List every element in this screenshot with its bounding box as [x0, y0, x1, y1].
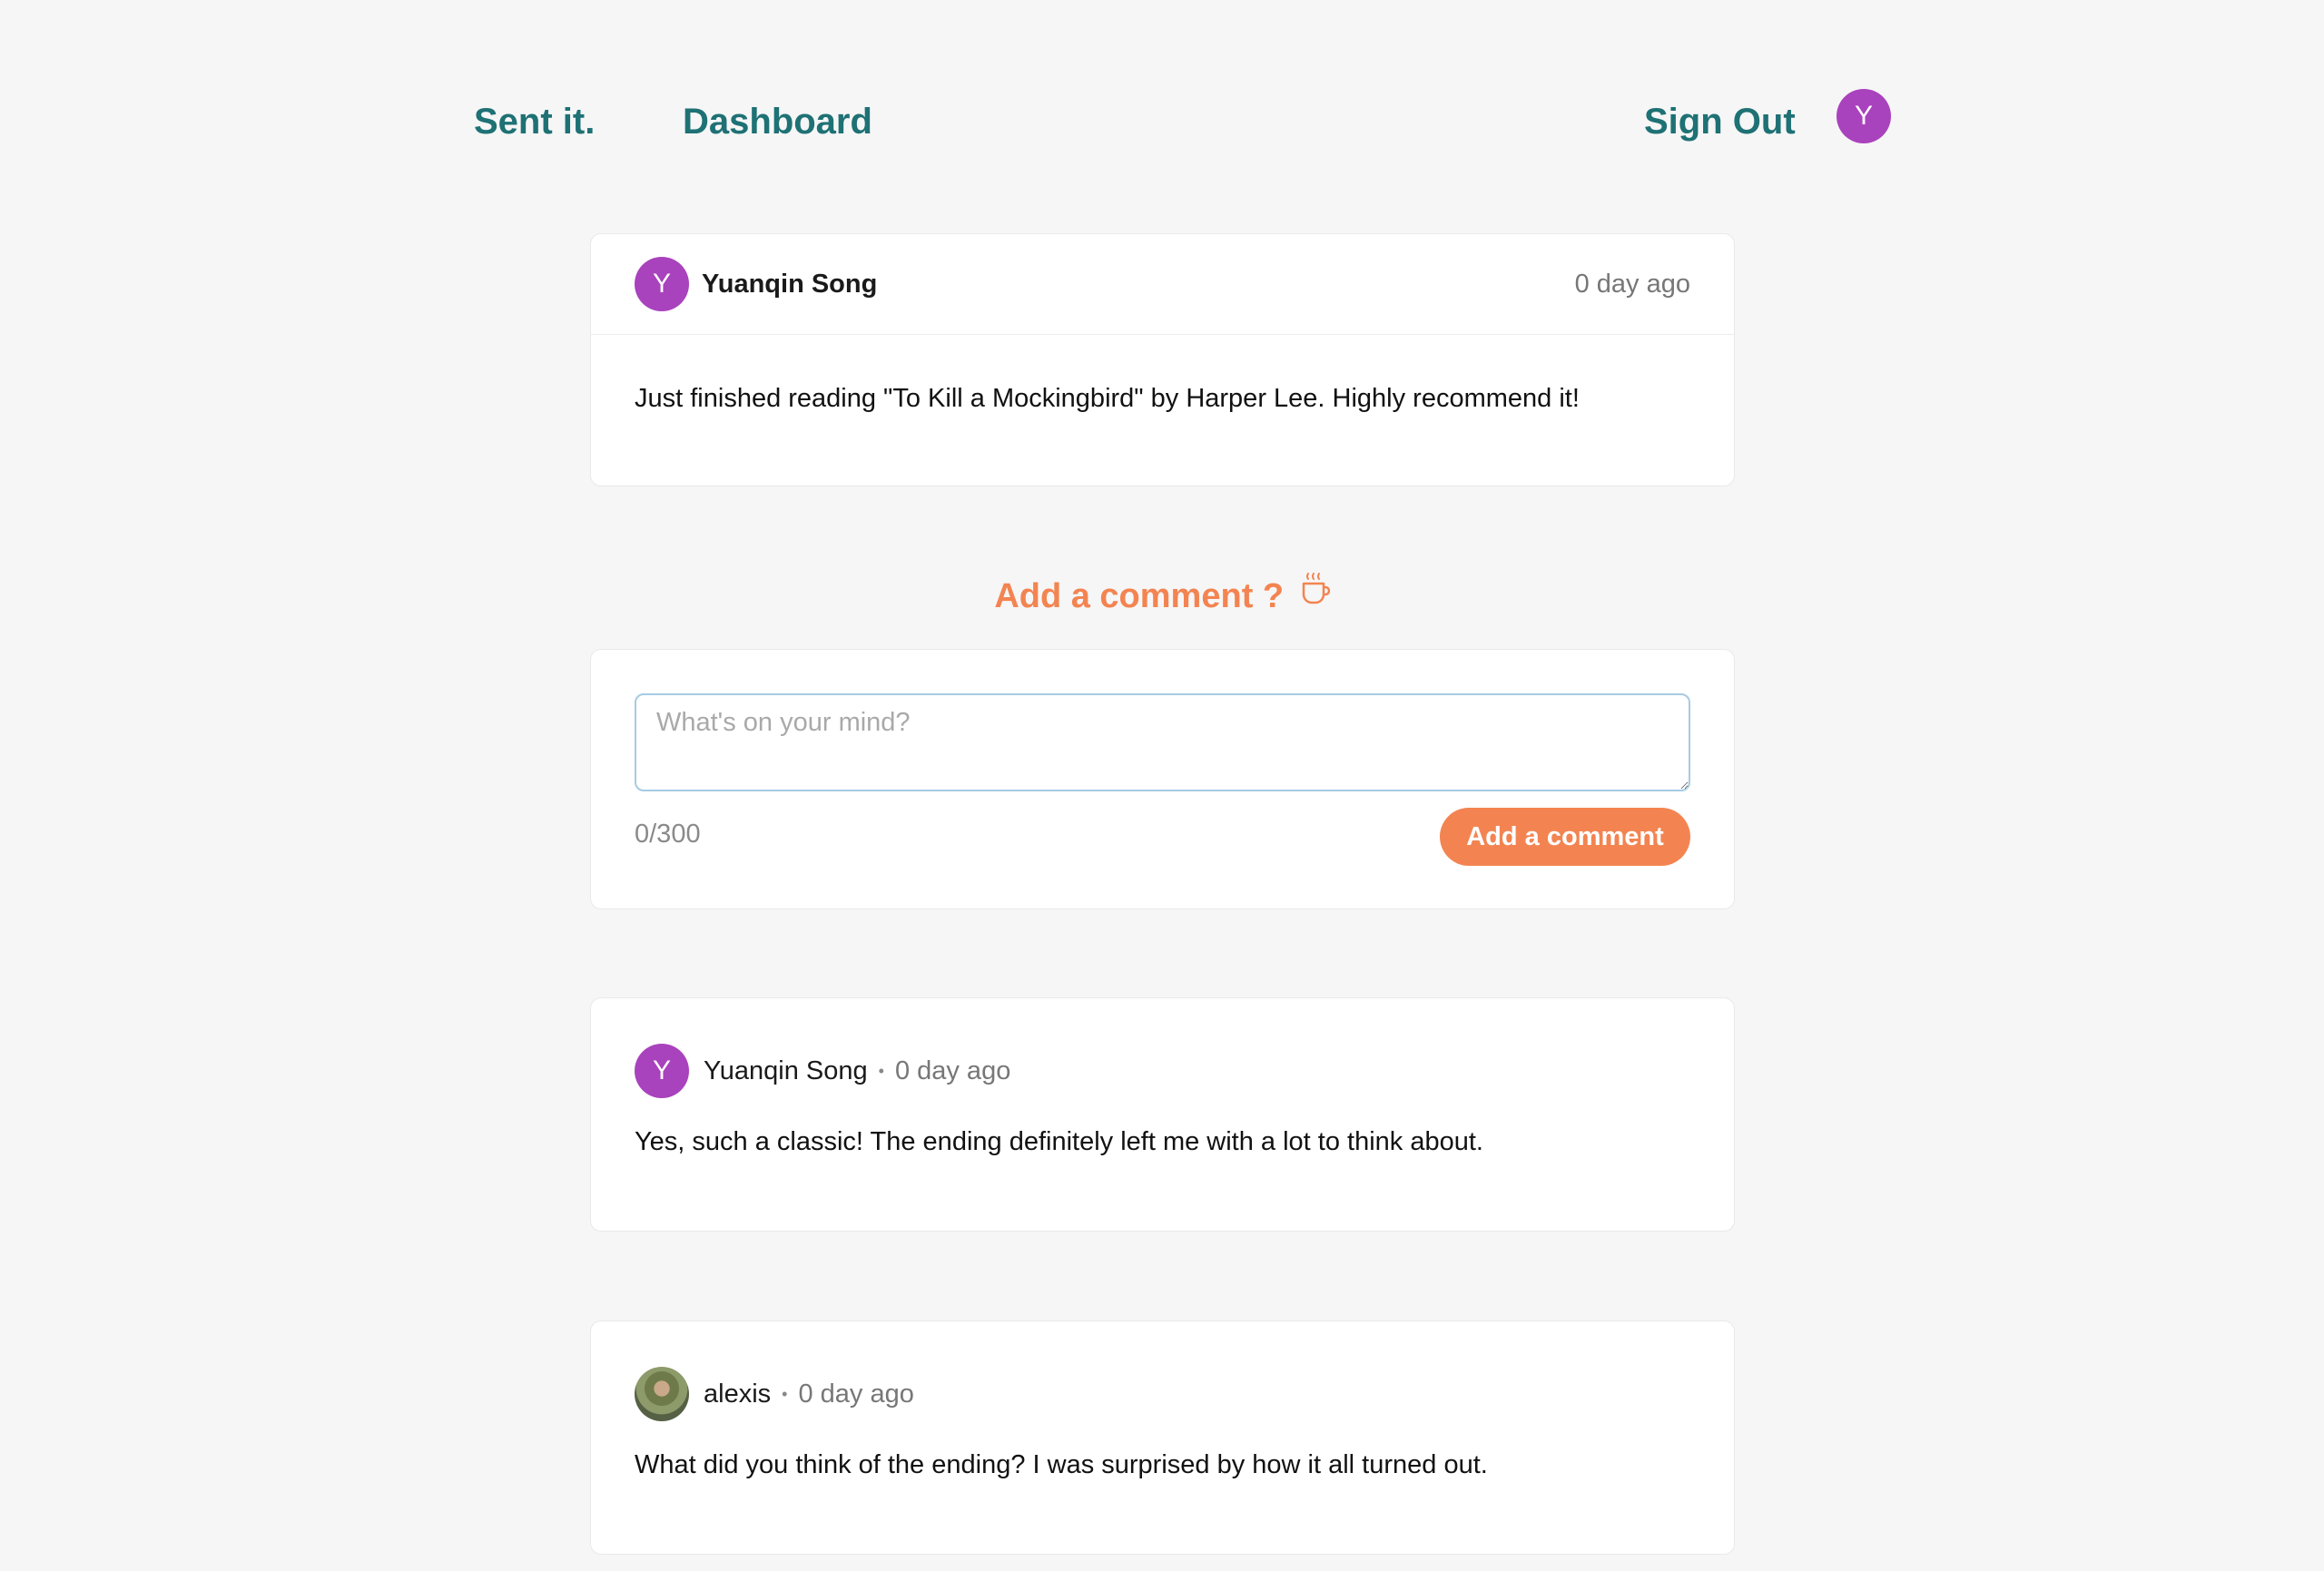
- comment-author-name[interactable]: Yuanqin Song: [704, 1056, 868, 1086]
- comment-input[interactable]: [635, 693, 1690, 791]
- coffee-cup-icon: [1301, 572, 1330, 617]
- character-counter: 0/300: [635, 820, 701, 849]
- brand-logo-link[interactable]: Sent it.: [474, 102, 595, 142]
- sign-out-link[interactable]: Sign Out: [1644, 102, 1796, 142]
- add-comment-heading: Add a comment ?: [0, 572, 2324, 617]
- comment-timestamp: 0 day ago: [798, 1379, 914, 1409]
- user-avatar-button[interactable]: Y: [1837, 89, 1891, 143]
- comment-header: Y Yuanqin Song • 0 day ago: [635, 1044, 1010, 1098]
- separator-dot: •: [782, 1384, 788, 1403]
- avatar[interactable]: Y: [635, 257, 689, 311]
- comment-card: alexis • 0 day ago What did you think of…: [590, 1321, 1735, 1555]
- post-author-name[interactable]: Yuanqin Song: [702, 270, 877, 299]
- post-card: Y Yuanqin Song 0 day ago Just finished r…: [590, 233, 1735, 486]
- dashboard-link[interactable]: Dashboard: [683, 102, 872, 142]
- comment-content: Yes, such a classic! The ending definite…: [635, 1127, 1483, 1156]
- comment-header: alexis • 0 day ago: [635, 1367, 914, 1421]
- avatar[interactable]: Y: [635, 1044, 689, 1098]
- separator-dot: •: [878, 1061, 884, 1080]
- compose-card: 0/300 Add a comment: [590, 649, 1735, 909]
- top-nav: Sent it. Dashboard Sign Out Y: [0, 0, 2324, 182]
- post-content: Just finished reading "To Kill a Mocking…: [635, 384, 1580, 413]
- post-timestamp: 0 day ago: [1574, 269, 1690, 299]
- comment-author-name[interactable]: alexis: [704, 1380, 771, 1409]
- add-comment-button[interactable]: Add a comment: [1440, 808, 1690, 866]
- add-comment-heading-text: Add a comment ?: [994, 577, 1285, 615]
- comment-timestamp: 0 day ago: [894, 1056, 1011, 1085]
- post-header: Y Yuanqin Song 0 day ago: [591, 234, 1734, 335]
- comment-card: Y Yuanqin Song • 0 day ago Yes, such a c…: [590, 997, 1735, 1232]
- comment-content: What did you think of the ending? I was …: [635, 1450, 1488, 1479]
- photo-avatar[interactable]: [635, 1367, 689, 1421]
